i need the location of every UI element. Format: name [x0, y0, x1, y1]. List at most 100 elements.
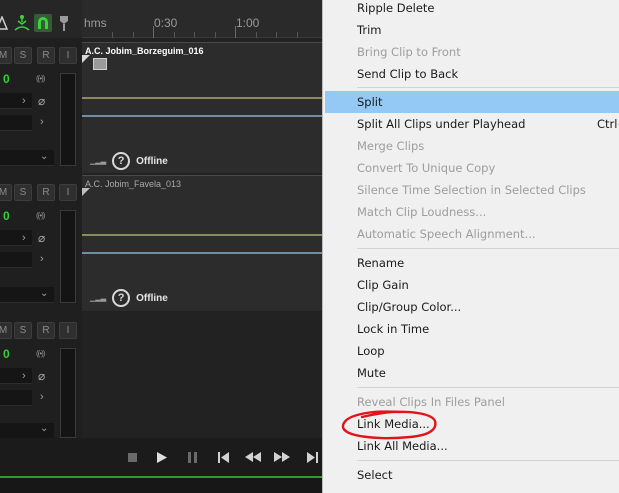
- offline-label: Offline: [136, 155, 168, 167]
- offline-label: Offline: [136, 292, 168, 304]
- menu-item-convert-to-unique-copy[interactable]: Convert To Unique Copy: [323, 157, 619, 179]
- play-icon[interactable]: [155, 449, 169, 465]
- help-icon: ?: [112, 289, 131, 307]
- menu-item-reveal-clips-in-files-panel[interactable]: Reveal Clips In Files Panel: [323, 391, 619, 413]
- snap-icon[interactable]: [13, 14, 31, 32]
- menu-separator: [357, 460, 619, 461]
- input-selector[interactable]: [0, 230, 32, 246]
- chevron-down-icon: ⌄: [40, 151, 49, 162]
- chevron-right-icon: ›: [22, 232, 26, 244]
- ruler-tick-label: 1:00: [236, 16, 260, 30]
- menu-item-clip-gain[interactable]: Clip Gain: [323, 274, 619, 296]
- signal-bars-icon: ▁▂▃: [90, 295, 107, 302]
- shape-icon[interactable]: [0, 14, 8, 32]
- skip-back-icon[interactable]: [216, 449, 230, 465]
- input-selector[interactable]: [0, 368, 32, 384]
- stop-icon[interactable]: [126, 449, 138, 465]
- signal-bars-icon: ▁▂▃: [90, 158, 107, 165]
- ruler-tick-label: 0:30: [154, 16, 178, 30]
- record-arm-button[interactable]: R: [37, 322, 55, 339]
- mute-button[interactable]: M: [0, 322, 12, 339]
- monitor-input-button[interactable]: I: [59, 47, 77, 64]
- menu-item-split-all-clips[interactable]: Split All Clips under Playhead Ctrl+: [323, 113, 619, 135]
- volume-value[interactable]: 0: [3, 347, 10, 361]
- menu-item-trim[interactable]: Trim: [323, 19, 619, 41]
- menu-item-merge-clips[interactable]: Merge Clips: [323, 135, 619, 157]
- help-icon: ?: [112, 152, 131, 170]
- monitor-input-button[interactable]: I: [59, 184, 77, 201]
- track-header: M S R I 0 ((•)) › ⌀ › ⌄: [0, 38, 82, 175]
- phase-invert-icon[interactable]: ⌀: [38, 231, 45, 245]
- pause-icon[interactable]: [186, 449, 198, 465]
- skip-forward-icon[interactable]: [305, 449, 319, 465]
- multitrack-editor: hms 0:30 1:00 M S R I 0 ((•)) › ⌀ › ⌄ A.…: [0, 0, 322, 493]
- menu-item-loop[interactable]: Loop: [323, 340, 619, 362]
- phase-invert-icon[interactable]: ⌀: [38, 94, 45, 108]
- menu-separator: [357, 248, 619, 249]
- rewind-icon[interactable]: [243, 449, 263, 465]
- menu-item-link-all-media[interactable]: Link All Media...: [323, 435, 619, 457]
- menu-item-lock-in-time[interactable]: Lock in Time: [323, 318, 619, 340]
- menu-separator: [357, 387, 619, 388]
- menu-item-split[interactable]: Split: [325, 91, 619, 113]
- menu-item-bring-clip-to-front[interactable]: Bring Clip to Front: [323, 41, 619, 63]
- menu-item-ripple-delete[interactable]: Ripple Delete: [323, 0, 619, 19]
- menu-item-match-clip-loudness[interactable]: Match Clip Loudness...: [323, 201, 619, 223]
- level-meter: [60, 210, 76, 303]
- record-arm-button[interactable]: R: [37, 184, 55, 201]
- track-header: M S R I 0 ((•)) › ⌀ › ⌄: [0, 175, 82, 312]
- input-selector[interactable]: [0, 93, 32, 109]
- clip-context-menu: Ripple Delete Trim Bring Clip to Front S…: [322, 0, 619, 493]
- transport-bar: [0, 438, 322, 476]
- offline-status: ▁▂▃ ? Offline: [90, 289, 168, 307]
- solo-button[interactable]: S: [14, 47, 32, 64]
- marker-icon[interactable]: [58, 14, 70, 32]
- ruler-unit: hms: [84, 16, 107, 30]
- phase-invert-icon[interactable]: ⌀: [38, 369, 45, 383]
- chevron-right-icon: ›: [40, 253, 44, 265]
- menu-item-select[interactable]: Select: [323, 464, 619, 486]
- track-header: M S R I 0 ((•)) › ⌀ › ⌄: [0, 313, 82, 439]
- broadcast-icon[interactable]: ((•)): [36, 74, 46, 83]
- clip-name: A.C. Jobim_Favela_013: [85, 179, 182, 189]
- output-selector[interactable]: [0, 390, 32, 406]
- magnet-icon[interactable]: [34, 14, 52, 32]
- chevron-right-icon: ›: [22, 95, 26, 107]
- broadcast-icon[interactable]: ((•)): [36, 211, 46, 220]
- offline-status: ▁▂▃ ? Offline: [90, 152, 168, 170]
- volume-value[interactable]: 0: [3, 209, 10, 223]
- menu-item-shortcut: Ctrl+: [597, 117, 619, 131]
- menu-item-label: Split All Clips under Playhead: [357, 117, 526, 131]
- menu-separator: [357, 87, 619, 88]
- status-strip: [0, 478, 322, 493]
- solo-button[interactable]: S: [14, 184, 32, 201]
- chevron-right-icon: ›: [40, 391, 44, 403]
- mute-button[interactable]: M: [0, 47, 12, 64]
- output-selector[interactable]: [0, 252, 32, 268]
- broadcast-icon[interactable]: ((•)): [36, 349, 46, 358]
- audio-clip[interactable]: A.C. Jobim_Favela_013 ▁▂▃ ? Offline: [82, 175, 322, 311]
- chevron-down-icon: ⌄: [40, 423, 49, 434]
- volume-value[interactable]: 0: [3, 72, 10, 86]
- audio-clip[interactable]: A.C. Jobim_Borzeguim_016 ▁▂▃ ? Offline: [82, 42, 322, 173]
- fast-forward-icon[interactable]: [272, 449, 292, 465]
- editor-toolbar: [0, 0, 82, 38]
- clip-thumbnail-icon: [93, 58, 107, 70]
- mute-button[interactable]: M: [0, 184, 12, 201]
- record-arm-button[interactable]: R: [37, 47, 55, 64]
- menu-item-send-clip-to-back[interactable]: Send Clip to Back: [323, 63, 619, 85]
- level-meter: [60, 73, 76, 166]
- menu-item-rename[interactable]: Rename: [323, 252, 619, 274]
- chevron-down-icon: ⌄: [40, 288, 49, 299]
- time-ruler[interactable]: hms 0:30 1:00: [82, 0, 322, 38]
- output-selector[interactable]: [0, 115, 32, 131]
- menu-item-automatic-speech-alignment[interactable]: Automatic Speech Alignment...: [323, 223, 619, 245]
- monitor-input-button[interactable]: I: [59, 322, 77, 339]
- menu-item-silence-time-selection[interactable]: Silence Time Selection in Selected Clips: [323, 179, 619, 201]
- menu-item-mute[interactable]: Mute: [323, 362, 619, 384]
- chevron-right-icon: ›: [40, 116, 44, 128]
- solo-button[interactable]: S: [14, 322, 32, 339]
- level-meter: [60, 348, 76, 438]
- menu-item-link-media[interactable]: Link Media...: [323, 413, 619, 435]
- menu-item-clip-group-color[interactable]: Clip/Group Color...: [323, 296, 619, 318]
